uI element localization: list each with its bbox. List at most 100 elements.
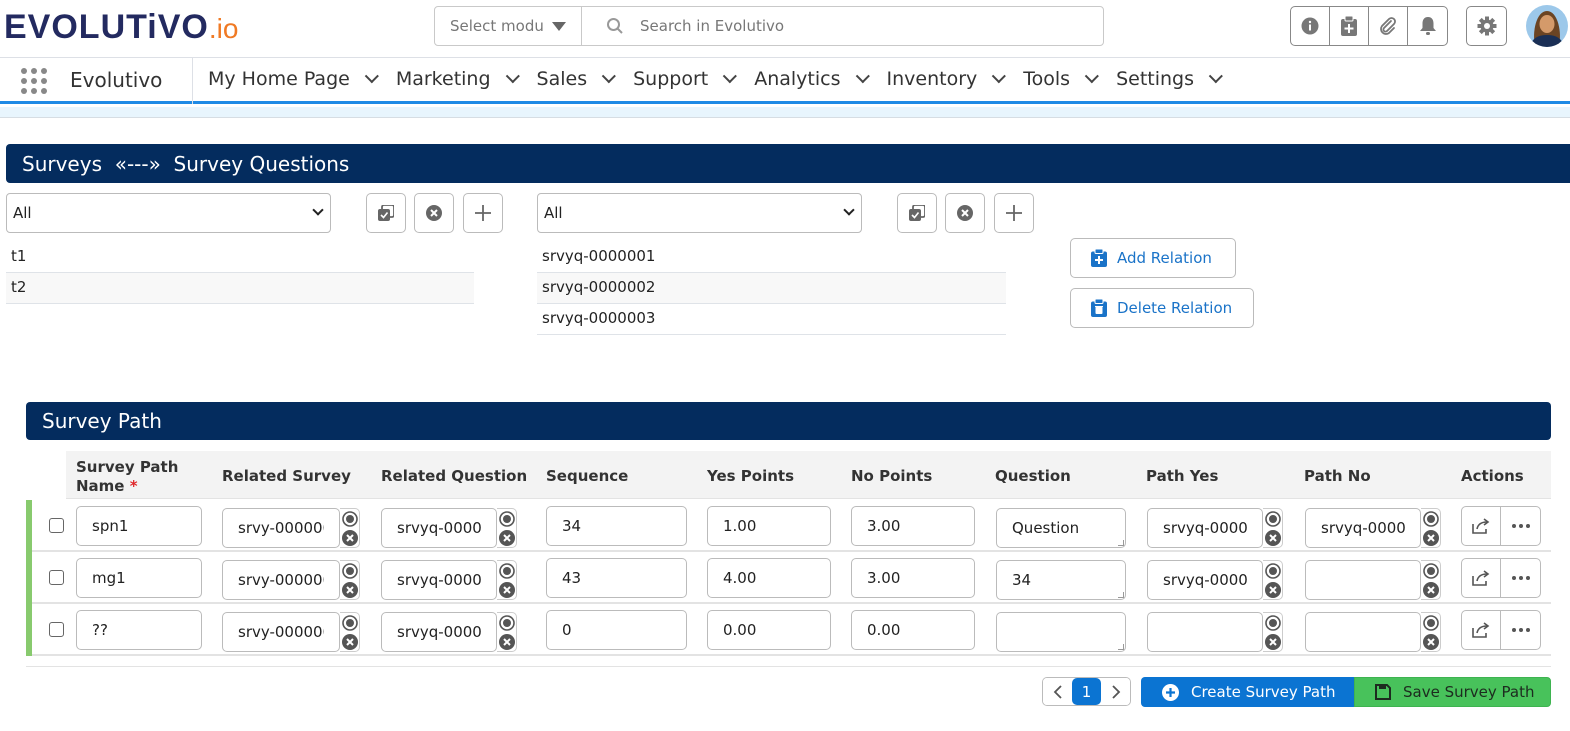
path-yes-input[interactable] [1147, 612, 1263, 652]
more-actions-button[interactable] [1501, 507, 1540, 545]
sequence-input[interactable] [546, 558, 687, 598]
sequence-input[interactable] [546, 610, 687, 650]
clear-record-icon[interactable] [1423, 582, 1439, 598]
next-page-button[interactable] [1101, 678, 1130, 705]
question-list-item[interactable]: srvyq-0000003 [537, 304, 1006, 335]
clear-record-icon[interactable] [342, 634, 358, 650]
clear-record-icon[interactable] [1265, 582, 1281, 598]
path-no-input[interactable] [1305, 508, 1421, 548]
attachments-button[interactable] [1369, 7, 1408, 45]
column-header-path-yes[interactable]: Path Yes [1146, 467, 1218, 485]
column-header-sequence[interactable]: Sequence [546, 467, 628, 485]
select-record-icon[interactable] [1265, 511, 1281, 527]
evolutivo-logo[interactable]: EVOLUTiVO.io [4, 8, 238, 47]
question-list-item[interactable]: srvyq-0000002 [537, 273, 1006, 304]
select-record-icon[interactable] [499, 563, 515, 579]
nav-item-support[interactable]: Support [633, 68, 738, 90]
search-input[interactable] [640, 17, 1080, 35]
delete-relation-button[interactable]: Delete Relation [1070, 288, 1254, 328]
clear-record-icon[interactable] [499, 634, 515, 650]
survey-list-item[interactable]: t1 [6, 242, 474, 273]
related-question-input[interactable] [381, 612, 497, 652]
clear-record-icon[interactable] [499, 530, 515, 546]
prev-page-button[interactable] [1043, 678, 1072, 705]
settings-button[interactable] [1466, 6, 1507, 46]
column-header-related-question[interactable]: Related Question [381, 467, 527, 485]
nav-item-marketing[interactable]: Marketing [396, 68, 520, 90]
column-header-related-survey[interactable]: Related Survey [222, 467, 351, 485]
path-no-input[interactable] [1305, 612, 1421, 652]
question-filter-select[interactable]: All [537, 193, 862, 233]
column-header-path-no[interactable]: Path No [1304, 467, 1371, 485]
clear-record-icon[interactable] [499, 582, 515, 598]
question-textarea[interactable]: Question [996, 508, 1126, 548]
related-survey-input[interactable] [222, 508, 340, 548]
nav-item-analytics[interactable]: Analytics [754, 68, 870, 90]
yes-points-input[interactable] [707, 610, 831, 650]
open-record-button[interactable] [1462, 559, 1501, 597]
info-button[interactable] [1291, 7, 1330, 45]
column-header-question[interactable]: Question [995, 467, 1071, 485]
yes-points-input[interactable] [707, 558, 831, 598]
no-points-input[interactable] [851, 506, 975, 546]
question-clear-button[interactable] [945, 193, 985, 233]
select-record-icon[interactable] [342, 615, 358, 631]
open-record-button[interactable] [1462, 611, 1501, 649]
nav-item-tools[interactable]: Tools [1023, 68, 1099, 90]
nav-item-my-home-page[interactable]: My Home Page [208, 68, 379, 90]
notifications-button[interactable] [1408, 7, 1447, 45]
page-button-current[interactable]: 1 [1072, 678, 1101, 705]
row-select-checkbox[interactable] [49, 622, 64, 637]
select-record-icon[interactable] [499, 615, 515, 631]
nav-item-inventory[interactable]: Inventory [887, 68, 1007, 90]
survey-add-button[interactable] [463, 193, 503, 233]
related-survey-input[interactable] [222, 560, 340, 600]
select-record-icon[interactable] [1423, 563, 1439, 579]
user-avatar[interactable] [1526, 5, 1568, 47]
clear-record-icon[interactable] [1423, 530, 1439, 546]
yes-points-input[interactable] [707, 506, 831, 546]
no-points-input[interactable] [851, 610, 975, 650]
open-record-button[interactable] [1462, 507, 1501, 545]
app-brand-label[interactable]: Evolutivo [70, 68, 162, 92]
clear-record-icon[interactable] [1423, 634, 1439, 650]
question-textarea[interactable] [996, 612, 1126, 652]
clear-record-icon[interactable] [1265, 634, 1281, 650]
column-header-yes-points[interactable]: Yes Points [707, 467, 794, 485]
nav-item-settings[interactable]: Settings [1116, 68, 1223, 90]
path-yes-input[interactable] [1147, 508, 1263, 548]
path-no-input[interactable] [1305, 560, 1421, 600]
path-yes-input[interactable] [1147, 560, 1263, 600]
related-question-input[interactable] [381, 508, 497, 548]
related-question-input[interactable] [381, 560, 497, 600]
row-select-checkbox[interactable] [49, 570, 64, 585]
select-record-icon[interactable] [1265, 615, 1281, 631]
select-record-icon[interactable] [499, 511, 515, 527]
clear-record-icon[interactable] [342, 530, 358, 546]
module-select[interactable]: Select modu [435, 7, 582, 45]
create-survey-path-button[interactable]: Create Survey Path [1141, 677, 1354, 707]
app-launcher-icon[interactable] [21, 68, 49, 96]
more-actions-button[interactable] [1501, 611, 1540, 649]
save-survey-path-button[interactable]: Save Survey Path [1354, 677, 1551, 707]
survey-path-name-input[interactable] [76, 558, 202, 598]
question-textarea[interactable]: 34 [996, 560, 1126, 600]
select-record-icon[interactable] [342, 511, 358, 527]
row-select-checkbox[interactable] [49, 518, 64, 533]
select-record-icon[interactable] [1265, 563, 1281, 579]
clear-record-icon[interactable] [1265, 530, 1281, 546]
sequence-input[interactable] [546, 506, 687, 546]
column-header-name[interactable]: Survey Path Name * [76, 458, 178, 496]
nav-item-sales[interactable]: Sales [537, 68, 617, 90]
select-record-icon[interactable] [1423, 615, 1439, 631]
question-list-item[interactable]: srvyq-0000001 [537, 242, 1006, 273]
no-points-input[interactable] [851, 558, 975, 598]
select-record-icon[interactable] [342, 563, 358, 579]
more-actions-button[interactable] [1501, 559, 1540, 597]
clear-record-icon[interactable] [342, 582, 358, 598]
add-relation-button[interactable]: Add Relation [1070, 238, 1236, 278]
related-survey-input[interactable] [222, 612, 340, 652]
quick-create-button[interactable] [1330, 7, 1369, 45]
select-record-icon[interactable] [1423, 511, 1439, 527]
survey-list-item[interactable]: t2 [6, 273, 474, 304]
